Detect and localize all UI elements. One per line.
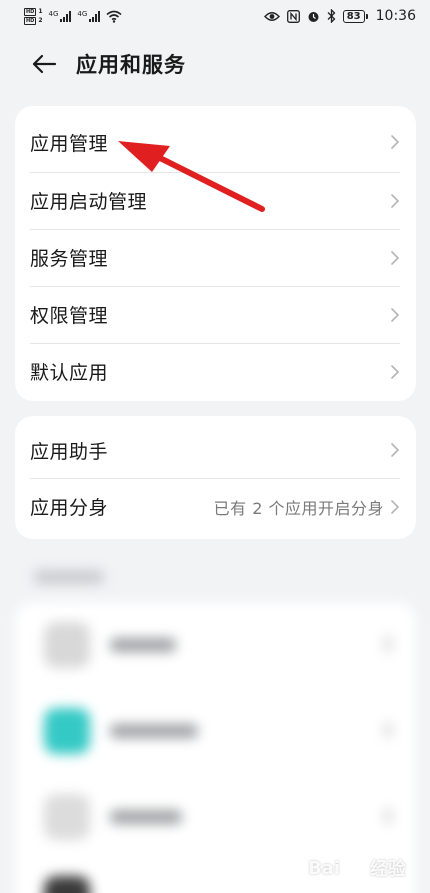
menu-item-permission-management[interactable]: 权限管理 [15, 286, 416, 343]
app-management-card: 应用管理 应用启动管理 服务管理 权限管理 默认应用 [15, 106, 416, 401]
blurred-app-item [30, 616, 400, 676]
menu-item-app-assistant[interactable]: 应用助手 [15, 416, 416, 478]
menu-item-app-launch-management[interactable]: 应用启动管理 [15, 172, 416, 229]
watermark-text: Bai [307, 857, 340, 879]
menu-item-default-apps[interactable]: 默认应用 [15, 343, 416, 400]
chevron-right-icon [390, 364, 400, 380]
bluetooth-icon [327, 9, 336, 23]
network-type-2: 4G [77, 9, 88, 18]
menu-item-label: 权限管理 [30, 305, 109, 327]
watermark-text-2: 经验 [370, 859, 406, 880]
paw-logo-icon [346, 859, 365, 877]
blurred-chevron [384, 808, 392, 824]
blurred-app-name [110, 810, 182, 824]
menu-item-label: 应用启动管理 [30, 191, 148, 213]
menu-item-label: 默认应用 [30, 362, 109, 384]
blurred-app-icon [44, 794, 90, 840]
chevron-right-icon [390, 134, 400, 150]
chevron-right-icon [390, 193, 400, 209]
nfc-icon [286, 9, 300, 23]
network-type-1: 4G [48, 9, 59, 18]
signal-strength-2-icon: 4G [77, 9, 101, 22]
status-bar-right: 83 10:36 [263, 8, 416, 24]
blurred-card [15, 602, 416, 893]
menu-item-app-management[interactable]: 应用管理 [15, 106, 416, 172]
page-title: 应用和服务 [76, 53, 186, 77]
menu-item-label: 应用助手 [30, 440, 109, 463]
sim2-number: 2 [38, 16, 43, 24]
back-button[interactable] [24, 44, 64, 84]
battery-level: 83 [342, 9, 368, 23]
arrow-left-icon [32, 54, 57, 74]
blurred-app-item [30, 788, 400, 848]
page-header: 应用和服务 [0, 38, 430, 90]
chevron-right-icon [390, 307, 400, 323]
sim2-hd-badge: HD [24, 16, 37, 25]
status-bar: HD 1 HD 2 4G 4G 83 10:36 [0, 0, 430, 32]
alarm-icon [308, 11, 319, 22]
blurred-app-list [0, 552, 430, 893]
watermark: Bai 经验 [308, 855, 406, 881]
sim1-hd-badge: HD [24, 7, 37, 16]
sim1-number: 1 [38, 7, 43, 15]
blurred-app-name [110, 638, 176, 652]
blurred-section-title [34, 570, 104, 584]
blurred-chevron [384, 636, 392, 652]
app-assistant-card: 应用助手 应用分身 已有 2 个应用开启分身 [15, 416, 416, 539]
chevron-right-icon [390, 442, 400, 458]
wifi-icon [106, 10, 122, 23]
chevron-right-icon [390, 250, 400, 266]
blurred-app-icon [44, 622, 90, 668]
eye-icon [263, 11, 280, 21]
sim-indicators: HD 1 HD 2 [24, 7, 43, 25]
menu-item-label: 应用管理 [30, 132, 109, 155]
signal-strength-1-icon: 4G [48, 9, 72, 22]
menu-item-label: 应用分身 [30, 497, 109, 519]
menu-item-app-twin[interactable]: 应用分身 已有 2 个应用开启分身 [15, 478, 416, 535]
chevron-right-icon [390, 499, 400, 515]
blurred-app-icon [44, 876, 90, 893]
menu-item-label: 服务管理 [30, 248, 109, 270]
blurred-app-icon [44, 708, 90, 754]
blurred-app-item [30, 702, 400, 762]
status-bar-left: HD 1 HD 2 4G 4G [24, 7, 122, 25]
clock-time: 10:36 [375, 8, 416, 24]
app-twin-status: 已有 2 个应用开启分身 [213, 498, 384, 518]
blurred-chevron [384, 722, 392, 738]
menu-item-service-management[interactable]: 服务管理 [15, 229, 416, 286]
blurred-app-name [110, 724, 198, 738]
